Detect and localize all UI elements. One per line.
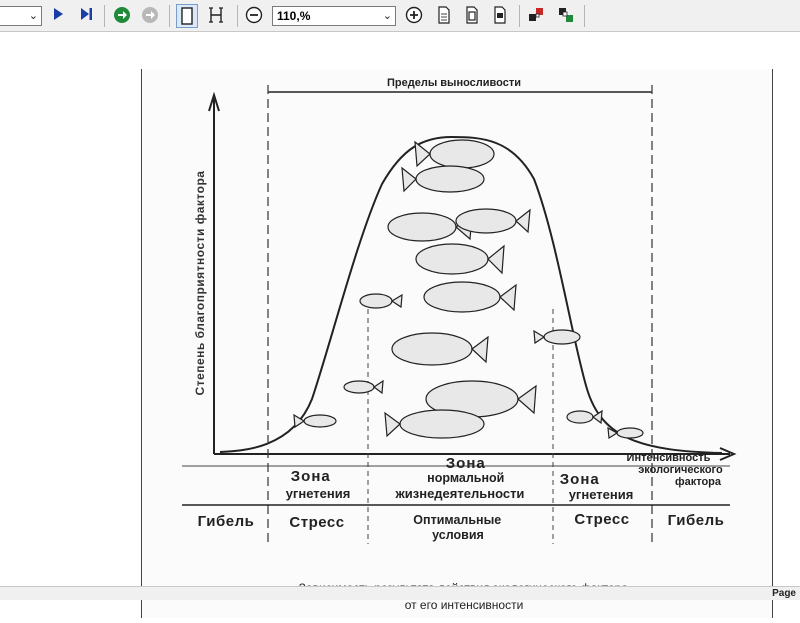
- fit-page-icon: [466, 6, 478, 24]
- play-icon: [54, 8, 63, 20]
- skip-end-icon: [81, 8, 92, 20]
- play-button[interactable]: [48, 6, 68, 26]
- zone-left-label: Зона угнетения: [286, 468, 351, 501]
- zone-right-line: угнетения: [569, 487, 634, 502]
- fish-illustration: [415, 243, 505, 275]
- zone-center-line: жизнедеятельности: [395, 486, 525, 501]
- fit-width-icon: [494, 6, 506, 24]
- fish-illustration: [293, 413, 337, 429]
- fit-width-button[interactable]: [490, 6, 510, 26]
- chevron-down-icon[interactable]: ⌄: [29, 7, 38, 25]
- zone-center-line: Зона: [446, 455, 486, 472]
- back-circle-icon: [142, 7, 158, 23]
- tolerance-diagram: Степень благоприятности фактора Пределы …: [182, 77, 737, 612]
- x-axis-label-line: фактора: [675, 476, 722, 488]
- status-bar: Page: [0, 586, 800, 600]
- stress-right-label: Стресс: [574, 511, 629, 528]
- arrange-pages-icon: [559, 8, 573, 22]
- toolbar-separator: [169, 5, 170, 27]
- fish-illustration: [414, 139, 495, 169]
- page-status-text: Page: [772, 588, 796, 599]
- zoom-in-icon: [405, 6, 423, 24]
- forward-circle-icon: [114, 7, 130, 23]
- fish-illustration: [566, 409, 603, 425]
- stress-left-label: Стресс: [289, 514, 344, 531]
- fish-illustration: [343, 379, 384, 395]
- toolbar-separator: [237, 5, 238, 27]
- optimal-line: условия: [432, 528, 484, 542]
- skip-to-end-button[interactable]: [76, 6, 96, 26]
- go-back-button[interactable]: [140, 6, 160, 26]
- zoom-out-icon: [245, 6, 263, 24]
- fit-page-button[interactable]: [462, 6, 482, 26]
- page-icon: [438, 6, 450, 24]
- zone-right-line: Зона: [560, 471, 600, 488]
- zone-left-line: угнетения: [286, 486, 351, 501]
- toolbar-separator: [584, 5, 585, 27]
- zone-center-line: нормальной: [427, 471, 504, 485]
- chevron-down-icon[interactable]: ⌄: [383, 7, 392, 25]
- single-page-view-button[interactable]: [176, 4, 198, 28]
- rotate-button[interactable]: [526, 6, 546, 26]
- zoom-combo[interactable]: 110,% ⌄: [272, 6, 396, 26]
- go-forward-button[interactable]: [112, 6, 132, 26]
- zone-right-label: Зона угнетения: [560, 471, 634, 502]
- zone-left-line: Зона: [291, 468, 331, 485]
- single-page-icon: [181, 7, 193, 25]
- caption-line: от его интенсивности: [405, 598, 524, 612]
- fish-illustration: [423, 281, 517, 313]
- arrange-button[interactable]: [556, 6, 576, 26]
- toolbar: ⌄ 110,% ⌄: [0, 0, 800, 32]
- death-left-label: Гибель: [198, 513, 255, 530]
- optimal-label: Оптимальные условия: [413, 513, 504, 542]
- document-area: Степень благоприятности фактора Пределы …: [0, 32, 800, 618]
- zoom-out-button[interactable]: [244, 6, 264, 26]
- document-page: Степень благоприятности фактора Пределы …: [141, 69, 773, 618]
- rotate-pages-icon: [529, 8, 543, 21]
- fish-illustration: [384, 409, 485, 439]
- page-selector-combo[interactable]: ⌄: [0, 6, 42, 26]
- toolbar-separator: [519, 5, 520, 27]
- x-axis-label-line: Интенсивность: [627, 452, 711, 464]
- zone-center-label: Зона нормальной жизнедеятельности: [395, 455, 525, 501]
- x-axis-label-line: экологического: [638, 464, 723, 476]
- fish-illustration: [533, 329, 581, 345]
- endurance-title: Пределы выносливости: [387, 77, 521, 89]
- fish-illustration: [391, 332, 489, 366]
- fish-illustration: [455, 208, 531, 234]
- zoom-value: 110,%: [277, 9, 311, 23]
- page-view-button[interactable]: [434, 6, 454, 26]
- optimal-line: Оптимальные: [413, 513, 501, 527]
- y-axis-label: Степень благоприятности фактора: [193, 171, 207, 396]
- x-axis-label: Интенсивность экологического фактора: [627, 452, 726, 488]
- fish-illustration: [401, 165, 485, 193]
- fit-height-icon: [209, 7, 223, 23]
- fit-height-button[interactable]: [206, 6, 226, 26]
- zoom-in-button[interactable]: [404, 6, 424, 26]
- toolbar-separator: [104, 5, 105, 27]
- death-right-label: Гибель: [668, 512, 725, 529]
- fish-illustration: [359, 293, 403, 309]
